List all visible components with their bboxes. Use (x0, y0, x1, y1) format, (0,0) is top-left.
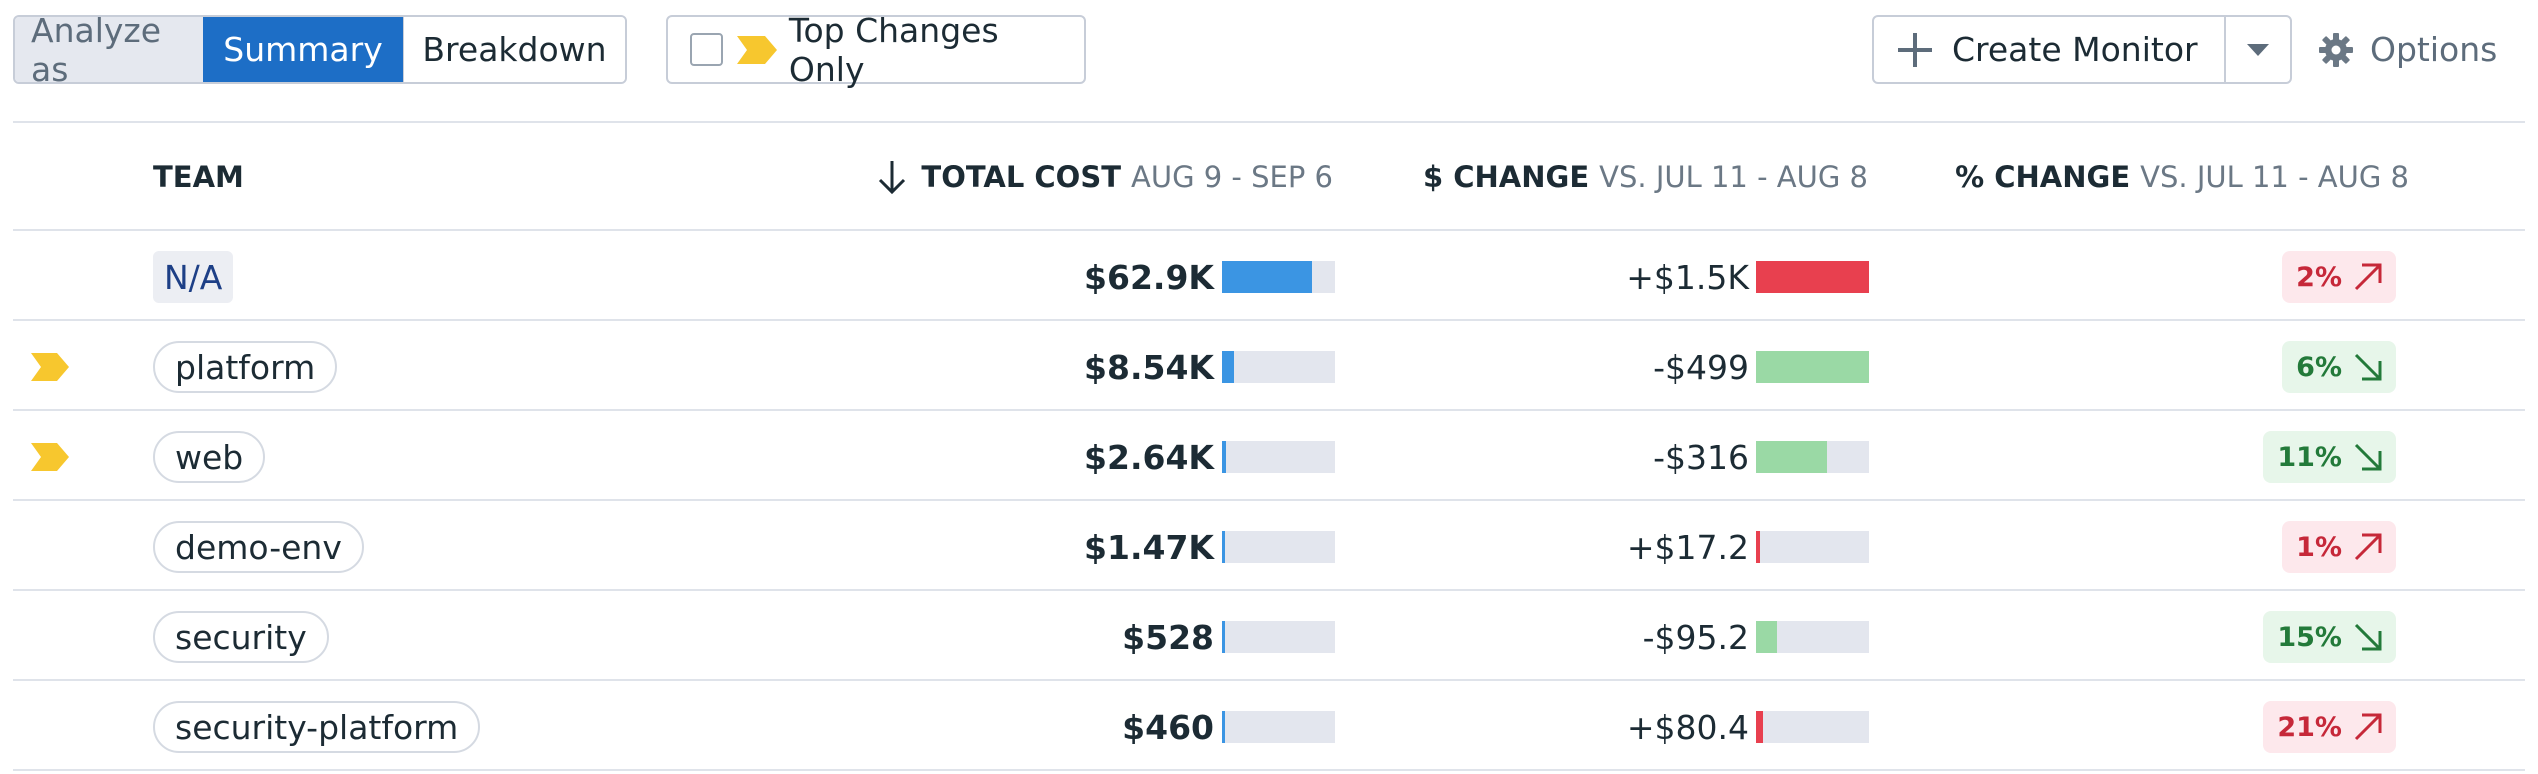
plus-icon (1898, 32, 1932, 67)
create-monitor-button[interactable]: Create Monitor (1874, 17, 2224, 82)
total-cost-bar (1222, 351, 1335, 383)
analyze-as-label: Analyze as (15, 17, 203, 82)
total-cost-bar (1222, 441, 1335, 473)
pct-change-badge: 6% (2282, 341, 2396, 393)
team-tag[interactable]: security-platform (153, 701, 481, 753)
options-button[interactable]: Options (2318, 15, 2497, 84)
flag-icon (31, 353, 69, 381)
table-row[interactable]: security $528 -$95.2 15% (13, 591, 2525, 681)
dollar-change-value: +$80.4 (1626, 707, 1749, 747)
dollar-change-bar (1756, 261, 1869, 293)
create-monitor-label: Create Monitor (1952, 30, 2198, 69)
dollar-change-value: -$499 (1653, 347, 1749, 387)
row-divider (13, 769, 2525, 771)
arrow-up-right-icon (2352, 531, 2384, 563)
header-team-label: TEAM (153, 160, 244, 194)
pct-change-badge: 21% (2263, 701, 2396, 753)
pct-change-value: 21% (2277, 711, 2342, 743)
table-row[interactable]: web $2.64K -$316 11% (13, 411, 2525, 501)
pct-change-value: 15% (2277, 621, 2342, 653)
pct-change-badge: 15% (2263, 611, 2396, 663)
options-label: Options (2370, 30, 2498, 69)
breakdown-button[interactable]: Breakdown (403, 17, 625, 82)
dollar-change-value: -$95.2 (1642, 617, 1749, 657)
team-tag[interactable]: web (153, 431, 266, 483)
header-pct-change-label: % CHANGE (1955, 160, 2131, 194)
top-changes-label: Top Changes Only (788, 10, 999, 89)
dollar-change-bar (1756, 711, 1869, 743)
pct-change-value: 6% (2296, 351, 2342, 383)
gear-icon (2318, 32, 2354, 68)
pct-change-badge: 1% (2282, 521, 2396, 573)
total-cost-value: $2.64K (1084, 437, 1214, 477)
flag-icon (736, 35, 777, 64)
pct-change-badge: 11% (2263, 431, 2396, 483)
arrow-down-right-icon (2352, 441, 2384, 473)
header-total-cost-label: TOTAL COST (921, 160, 1121, 194)
dollar-change-value: -$316 (1653, 437, 1749, 477)
header-total-cost-range: AUG 9 - SEP 6 (1131, 160, 1333, 194)
create-monitor-group: Create Monitor (1872, 15, 2292, 84)
pct-change-value: 11% (2277, 441, 2342, 473)
pct-change-value: 1% (2296, 531, 2342, 563)
total-cost-value: $1.47K (1084, 527, 1214, 567)
table-row[interactable]: N/A $62.9K +$1.5K 2% (13, 231, 2525, 321)
arrow-down-right-icon (2352, 351, 2384, 383)
analyze-as-toggle: Analyze as Summary Breakdown (13, 15, 627, 84)
total-cost-bar (1222, 261, 1335, 293)
header-pct-change[interactable]: % CHANGE VS. JUL 11 - AUG 8 (1955, 152, 2409, 202)
top-changes-checkbox[interactable] (690, 33, 723, 66)
create-monitor-dropdown[interactable] (2223, 17, 2290, 82)
header-dollar-change-label: $ CHANGE (1422, 160, 1590, 194)
dollar-change-bar (1756, 531, 1869, 563)
total-cost-bar (1222, 711, 1335, 743)
total-cost-value: $460 (1122, 707, 1214, 747)
table-row[interactable]: security-platform $460 +$80.4 21% (13, 681, 2525, 771)
dollar-change-value: +$17.2 (1626, 527, 1749, 567)
dollar-change-value: +$1.5K (1626, 257, 1749, 297)
team-tag[interactable]: demo-env (153, 521, 364, 573)
dollar-change-bar (1756, 621, 1869, 653)
team-tag[interactable]: platform (153, 341, 338, 393)
header-dollar-change-range: VS. JUL 11 - AUG 8 (1599, 160, 1868, 194)
total-cost-value: $62.9K (1084, 257, 1214, 297)
arrow-up-right-icon (2352, 711, 2384, 743)
total-cost-bar (1222, 531, 1335, 563)
chevron-down-icon (2246, 43, 2269, 56)
table-row[interactable]: demo-env $1.47K +$17.2 1% (13, 501, 2525, 591)
arrow-down-right-icon (2352, 621, 2384, 653)
table-row[interactable]: platform $8.54K -$499 6% (13, 321, 2525, 411)
header-total-cost[interactable]: TOTAL COST AUG 9 - SEP 6 (877, 152, 1333, 202)
total-cost-bar (1222, 621, 1335, 653)
total-cost-value: $8.54K (1084, 347, 1214, 387)
header-pct-change-range: VS. JUL 11 - AUG 8 (2140, 160, 2409, 194)
header-team[interactable]: TEAM (153, 152, 254, 202)
header-dollar-change[interactable]: $ CHANGE VS. JUL 11 - AUG 8 (1423, 152, 1868, 202)
flag-icon (31, 443, 69, 471)
pct-change-value: 2% (2296, 261, 2342, 293)
top-changes-only-toggle[interactable]: Top Changes Only (666, 11, 1086, 89)
divider (13, 121, 2525, 123)
arrow-up-right-icon (2352, 261, 2384, 293)
team-tag[interactable]: N/A (153, 251, 234, 303)
summary-button[interactable]: Summary (203, 17, 403, 82)
team-tag[interactable]: security (153, 611, 329, 663)
pct-change-badge: 2% (2282, 251, 2396, 303)
sort-descending-icon (877, 159, 907, 195)
dollar-change-bar (1756, 441, 1869, 473)
total-cost-value: $528 (1122, 617, 1214, 657)
dollar-change-bar (1756, 351, 1869, 383)
